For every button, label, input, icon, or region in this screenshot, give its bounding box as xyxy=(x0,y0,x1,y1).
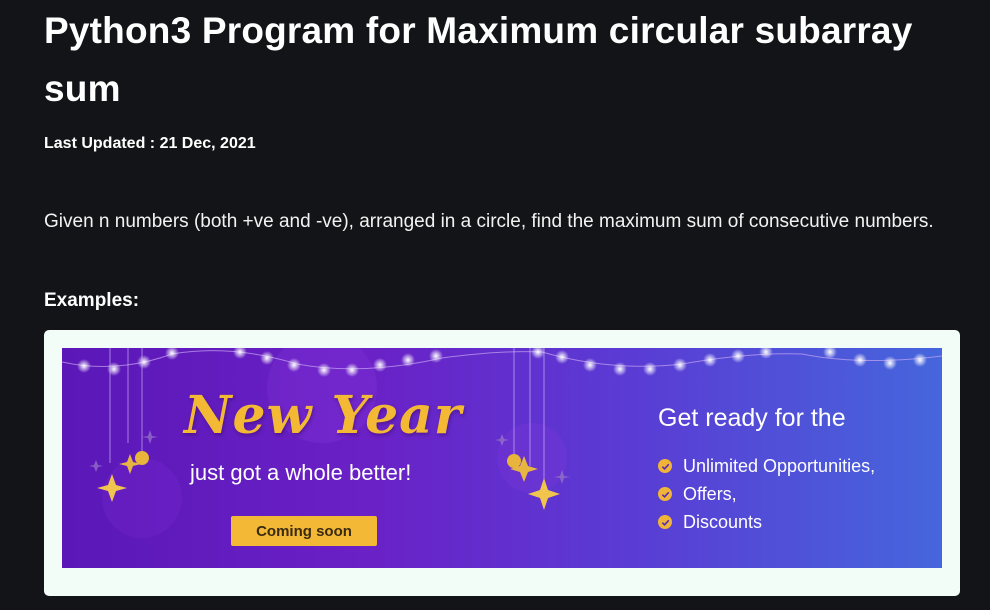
check-circle-icon xyxy=(658,515,672,529)
light-bulb-icon xyxy=(233,348,247,359)
light-bulb-icon xyxy=(317,363,331,377)
ad-frame: New Year just got a whole better! Coming… xyxy=(44,330,960,596)
light-bulb-icon xyxy=(77,359,91,373)
light-bulb-icon xyxy=(260,351,274,365)
examples-heading: Examples: xyxy=(44,290,140,311)
ad-feature-item: Offers, xyxy=(658,480,875,508)
light-bulb-icon xyxy=(531,348,545,359)
ad-feature-label: Unlimited Opportunities, xyxy=(683,455,876,476)
bauble-icon xyxy=(135,451,149,465)
bokeh-circle xyxy=(497,423,567,493)
light-bulb-icon xyxy=(703,353,717,367)
bauble-icon xyxy=(507,454,521,468)
ad-tagline: just got a whole better! xyxy=(190,460,412,485)
ad-heading: Get ready for the xyxy=(658,404,846,432)
light-bulb-icon xyxy=(883,356,897,370)
light-bulb-icon xyxy=(165,348,179,360)
check-circle-icon xyxy=(658,487,672,501)
light-bulb-icon xyxy=(643,362,657,376)
check-circle-icon xyxy=(658,459,672,473)
ad-feature-label: Offers, xyxy=(683,483,737,504)
light-bulb-icon xyxy=(613,362,627,376)
light-bulb-icon xyxy=(583,358,597,372)
light-bulb-icon xyxy=(853,353,867,367)
light-bulb-icon xyxy=(401,353,415,367)
light-bulb-icon xyxy=(913,353,927,367)
light-bulb-icon xyxy=(731,349,745,363)
bokeh-circle xyxy=(102,458,182,538)
coming-soon-button[interactable]: Coming soon xyxy=(231,516,377,546)
ad-feature-item: Discounts xyxy=(658,508,875,536)
problem-description: Given n numbers (both +ve and -ve), arra… xyxy=(44,211,934,232)
new-year-ad-banner[interactable]: New Year just got a whole better! Coming… xyxy=(62,348,942,568)
new-year-headline: New Year xyxy=(184,385,463,446)
light-bulb-icon xyxy=(429,349,443,363)
light-bulb-icon xyxy=(107,362,121,376)
star-icon xyxy=(89,460,103,472)
ad-feature-label: Discounts xyxy=(683,511,763,532)
light-bulb-icon xyxy=(555,350,569,364)
light-bulb-icon xyxy=(345,363,359,377)
light-bulb-icon xyxy=(673,358,687,372)
article-title: Python3 Program for Maximum circular sub… xyxy=(44,10,913,109)
ad-feature-list: Unlimited Opportunities, Offers, Discoun… xyxy=(658,452,875,536)
light-bulb-icon xyxy=(137,355,151,369)
light-bulb-icon xyxy=(759,348,773,359)
lights-wire xyxy=(62,350,942,370)
ad-feature-item: Unlimited Opportunities, xyxy=(658,452,875,480)
last-updated-date: Last Updated : 21 Dec, 2021 xyxy=(44,135,256,152)
light-bulb-icon xyxy=(287,358,301,372)
light-bulb-icon xyxy=(373,358,387,372)
star-icon xyxy=(142,430,158,444)
